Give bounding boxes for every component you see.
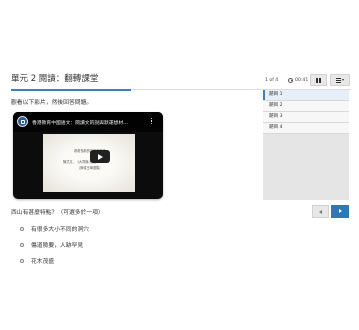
- question-text: 西山有甚麼特點？（可選多於一項）: [11, 210, 104, 216]
- video-frame: 看看長新的高中生寫作 陳式文，《大同與小康》 （節錄王舉選集）: [43, 134, 135, 192]
- video-player[interactable]: 看看長新的高中生寫作 陳式文，《大同與小康》 （節錄王舉選集） 香港教育中國語文…: [13, 112, 163, 199]
- question-list-button[interactable]: [330, 74, 350, 86]
- answer-option[interactable]: 有很多大小不同的洞穴: [20, 224, 89, 233]
- answer-option[interactable]: 花木茂盛: [20, 256, 54, 265]
- instruction-text: 觀看以下影片，然後回答問題。: [11, 100, 93, 106]
- question-item-3[interactable]: 題目 3: [263, 112, 349, 123]
- page-title: 單元 2 閱讀：翻轉課堂: [11, 74, 99, 84]
- channel-logo-icon[interactable]: [17, 116, 28, 127]
- question-counter: 1 of 4: [265, 78, 279, 83]
- question-panel: 題目 1 題目 2 題目 3 題目 4: [263, 90, 349, 200]
- progress-bar: [11, 89, 131, 91]
- timer-value: 00:41: [295, 78, 309, 83]
- pause-button[interactable]: [310, 74, 327, 86]
- question-item-4[interactable]: 題目 4: [263, 123, 349, 134]
- video-text-line-3: （節錄王舉選集）: [77, 166, 103, 170]
- checkbox-icon[interactable]: [20, 258, 24, 263]
- pause-icon: [316, 77, 321, 83]
- answer-option-label: 花木茂盛: [31, 259, 55, 265]
- video-title[interactable]: 香港教育中國語文：閱讀文的說與默運想材…: [32, 119, 128, 126]
- clock-icon: [288, 78, 293, 83]
- answer-option[interactable]: 傷道險要，人跡罕見: [20, 240, 83, 249]
- list-menu-icon: [335, 77, 341, 83]
- answer-option-label: 有很多大小不同的洞穴: [31, 227, 89, 233]
- checkbox-icon[interactable]: [20, 242, 24, 247]
- video-title-bar: 香港教育中國語文：閱讀文的說與默運想材…: [13, 112, 163, 132]
- checkbox-icon[interactable]: [20, 226, 24, 231]
- answer-option-label: 傷道險要，人跡罕見: [31, 243, 84, 249]
- play-button[interactable]: [90, 150, 110, 163]
- more-options-icon[interactable]: [151, 118, 153, 125]
- question-item-2[interactable]: 題目 2: [263, 101, 349, 112]
- chevron-down-icon: [342, 79, 345, 81]
- question-item-1[interactable]: 題目 1: [263, 90, 349, 101]
- previous-button[interactable]: [312, 205, 329, 218]
- timer: 00:41: [288, 78, 308, 83]
- next-button[interactable]: [331, 205, 349, 218]
